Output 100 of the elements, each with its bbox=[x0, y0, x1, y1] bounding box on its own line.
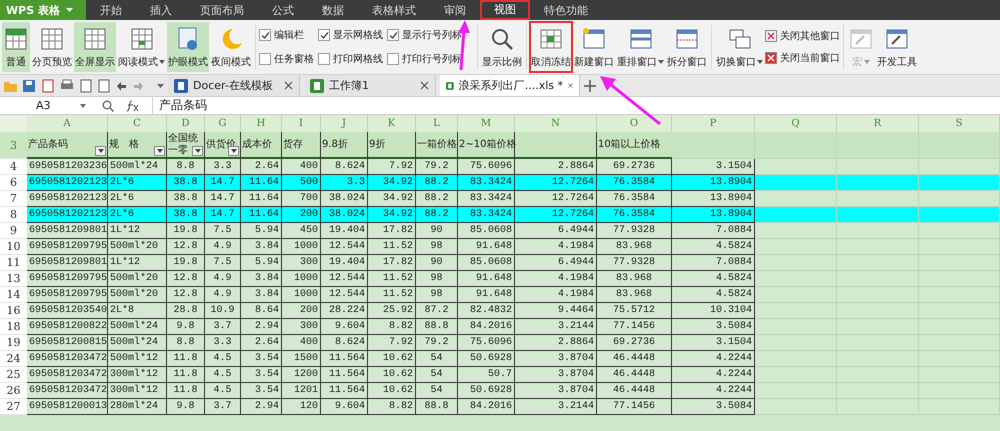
function-icon[interactable] bbox=[126, 100, 140, 112]
table-cell: 450 bbox=[282, 223, 321, 239]
table-cell: 4.1984 bbox=[515, 271, 597, 287]
view-mode-button[interactable]: 阅读模式 bbox=[117, 22, 166, 72]
row-header[interactable]: 7 bbox=[0, 191, 27, 207]
table-cell: 3.8704 bbox=[515, 367, 597, 383]
view-mode-button[interactable]: 全屏显示 bbox=[74, 22, 116, 72]
view-mode-button[interactable]: 分页预览 bbox=[31, 22, 73, 72]
column-header[interactable]: A bbox=[27, 115, 108, 132]
row-header[interactable]: 14 bbox=[0, 287, 27, 303]
caret-icon[interactable] bbox=[157, 84, 164, 88]
table-cell: 34.92 bbox=[368, 175, 416, 191]
column-header[interactable]: Q bbox=[755, 115, 837, 132]
table-cell: 3.84 bbox=[241, 239, 282, 255]
column-header[interactable]: R bbox=[837, 115, 919, 132]
table-cell: 10.9 bbox=[205, 303, 241, 319]
view-mode-button[interactable]: 普通 bbox=[2, 22, 30, 72]
close-window-button[interactable]: 关闭当前窗口 bbox=[765, 51, 840, 65]
close-icon[interactable] bbox=[568, 81, 573, 90]
row-header[interactable]: 18 bbox=[0, 319, 27, 335]
table-cell: 75.6096 bbox=[458, 335, 515, 351]
table-cell: 6950581203236 bbox=[27, 159, 108, 175]
column-header[interactable]: G bbox=[205, 115, 241, 132]
row-header[interactable]: 16 bbox=[0, 303, 27, 319]
column-header[interactable]: N bbox=[515, 115, 597, 132]
window-button[interactable]: 重排窗口 bbox=[616, 22, 665, 72]
window-button[interactable]: 切换窗口 bbox=[715, 22, 764, 72]
zoom-icon[interactable] bbox=[102, 100, 114, 112]
filter-dropdown-button[interactable] bbox=[192, 146, 203, 156]
menu-tab[interactable]: 特色功能 bbox=[530, 0, 602, 20]
column-header[interactable]: H bbox=[241, 115, 282, 132]
document-tab[interactable]: 工作簿1 bbox=[304, 75, 436, 96]
column-header[interactable]: D bbox=[167, 115, 205, 132]
menu-tab[interactable]: 开始 bbox=[86, 0, 136, 20]
column-header[interactable]: J bbox=[321, 115, 368, 132]
close-icon[interactable] bbox=[420, 81, 429, 90]
column-header[interactable]: P bbox=[672, 115, 755, 132]
row-header[interactable]: 27 bbox=[0, 399, 27, 415]
table-cell: 6950581202123 bbox=[27, 175, 108, 191]
row-header[interactable]: 24 bbox=[0, 351, 27, 367]
row-header[interactable]: 4 bbox=[0, 159, 27, 175]
menu-tab[interactable]: 表格样式 bbox=[358, 0, 430, 20]
checkbox[interactable] bbox=[259, 29, 271, 41]
document-tab[interactable]: 浪采系列出厂....xls * bbox=[440, 75, 580, 96]
window-button[interactable]: 显示比例 bbox=[481, 22, 523, 72]
row-header[interactable]: 9 bbox=[0, 223, 27, 239]
row-header[interactable]: 6 bbox=[0, 175, 27, 191]
column-header[interactable]: O bbox=[597, 115, 672, 132]
menu-tab[interactable]: 审阅 bbox=[430, 0, 480, 20]
document-tab[interactable]: Docer-在线模板 bbox=[168, 75, 300, 96]
checkbox[interactable] bbox=[259, 53, 271, 65]
column-header[interactable]: M bbox=[458, 115, 515, 132]
row-header[interactable]: 26 bbox=[0, 383, 27, 399]
row-header[interactable]: 10 bbox=[0, 239, 27, 255]
formula-input[interactable]: 产品条码 bbox=[152, 97, 1000, 114]
add-tab-icon[interactable] bbox=[584, 80, 596, 92]
row-header[interactable]: 13 bbox=[0, 271, 27, 287]
table-cell: 6950581203540 bbox=[27, 303, 108, 319]
checkbox-option[interactable]: 打印网格线 bbox=[318, 52, 383, 66]
column-header[interactable]: C bbox=[108, 115, 167, 132]
checkbox-option[interactable]: 显示网格线 bbox=[318, 28, 383, 42]
menu-tab[interactable]: 视图 bbox=[480, 0, 530, 20]
filter-dropdown-button[interactable] bbox=[154, 146, 165, 156]
annotation-arrow bbox=[600, 76, 661, 126]
menu-tab[interactable]: 公式 bbox=[258, 0, 308, 20]
menu-tab[interactable]: 插入 bbox=[136, 0, 186, 20]
view-mode-button[interactable]: 护眼模式 bbox=[167, 22, 209, 72]
column-header[interactable]: K bbox=[368, 115, 416, 132]
checkbox-option[interactable]: 编辑栏 bbox=[259, 28, 314, 42]
checkbox[interactable] bbox=[318, 29, 330, 41]
checkbox[interactable] bbox=[318, 53, 330, 65]
filter-dropdown-button[interactable] bbox=[95, 146, 106, 156]
table-cell: 4.5824 bbox=[672, 239, 755, 255]
tool-button[interactable]: 开发工具 bbox=[876, 22, 918, 72]
checkbox[interactable] bbox=[387, 53, 399, 65]
column-header[interactable]: S bbox=[919, 115, 1000, 132]
window-button[interactable]: 新建窗口 bbox=[573, 22, 615, 72]
table-cell: 13.8904 bbox=[672, 191, 755, 207]
row-header[interactable]: 8 bbox=[0, 207, 27, 223]
window-button[interactable]: 拆分窗口 bbox=[666, 22, 708, 72]
window-button[interactable]: 取消冻结 bbox=[530, 22, 572, 72]
table-cell: 1L*12 bbox=[108, 223, 167, 239]
close-window-button[interactable]: 关闭其他窗口 bbox=[765, 29, 840, 43]
table-cell: 11.52 bbox=[368, 271, 416, 287]
header-cell: 产品条码 bbox=[27, 132, 108, 159]
row-header[interactable]: 25 bbox=[0, 367, 27, 383]
checkbox-option[interactable]: 任务窗格 bbox=[259, 52, 314, 66]
column-header[interactable]: L bbox=[416, 115, 458, 132]
checkbox[interactable] bbox=[387, 29, 399, 41]
menu-tab[interactable]: 页面布局 bbox=[186, 0, 258, 20]
column-header[interactable]: I bbox=[282, 115, 321, 132]
row-header[interactable]: 19 bbox=[0, 335, 27, 351]
view-mode-button[interactable]: 夜间模式 bbox=[210, 22, 252, 72]
row-header[interactable]: 11 bbox=[0, 255, 27, 271]
name-box[interactable]: A3 bbox=[0, 99, 90, 112]
table-cell: 14.7 bbox=[205, 191, 241, 207]
menu-tab[interactable]: 数据 bbox=[308, 0, 358, 20]
close-icon[interactable] bbox=[284, 81, 293, 90]
app-menu-button[interactable]: WPS 表格 bbox=[0, 0, 86, 20]
checkbox-option[interactable]: 显示行号列标 bbox=[387, 28, 462, 42]
